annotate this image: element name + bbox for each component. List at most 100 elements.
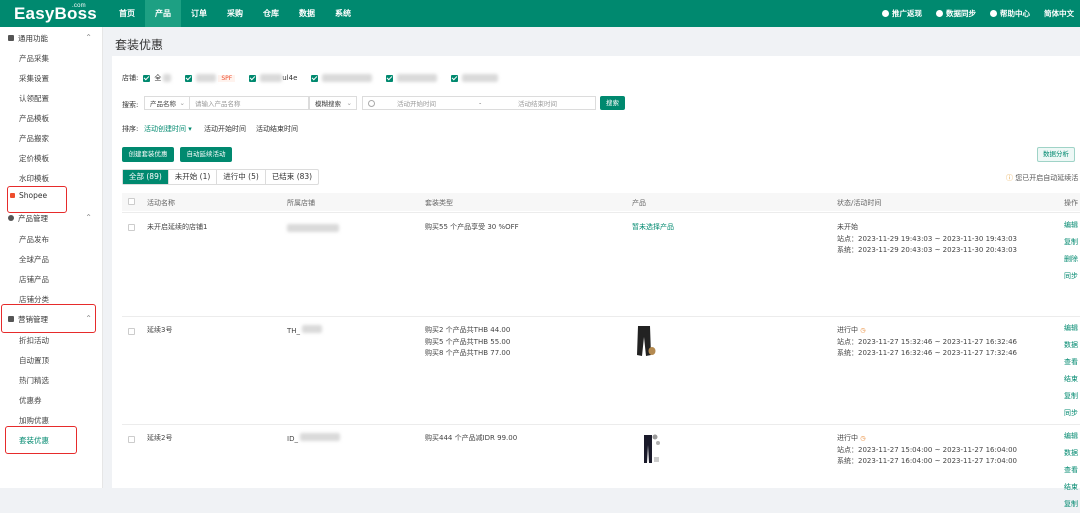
delete-link[interactable]: 删除	[1064, 251, 1078, 268]
bundle-type: 购买444 个产品减IDR 99.00	[425, 434, 518, 442]
data-link[interactable]: 数据	[1064, 445, 1078, 462]
sidebar-item[interactable]: 优惠券	[19, 395, 42, 406]
nav-orders[interactable]: 订单	[181, 0, 217, 27]
nav-home[interactable]: 首页	[109, 0, 145, 27]
checkbox-checked-icon[interactable]	[386, 74, 394, 82]
store-option[interactable]	[386, 74, 438, 82]
sort-end[interactable]: 活动结束时间	[256, 124, 298, 134]
status-cell: 进行中 ◷ 站点：2023-11-27 15:32:46 ~ 2023-11-2…	[837, 326, 1018, 357]
sidebar-item[interactable]: 产品模板	[19, 113, 49, 124]
edit-link[interactable]: 编辑	[1064, 320, 1078, 337]
sort-created[interactable]: 活动创建时间 ▾	[144, 124, 192, 134]
row-checkbox[interactable]	[128, 224, 135, 231]
help-link[interactable]: 帮助中心	[990, 8, 1030, 19]
store-option[interactable]: SPF	[185, 74, 236, 82]
activity-name: 延续2号	[147, 434, 173, 442]
sidebar-item[interactable]: 产品采集	[19, 53, 49, 64]
sidebar-item[interactable]: 店铺产品	[19, 274, 49, 285]
sort-start[interactable]: 活动开始时间	[204, 124, 246, 134]
select-all-checkbox[interactable]	[128, 198, 135, 205]
edit-link[interactable]: 编辑	[1064, 428, 1078, 445]
product-image[interactable]	[640, 431, 662, 467]
store-all[interactable]: 全	[143, 73, 172, 83]
store-option[interactable]: ul4e	[249, 74, 297, 82]
nav-system[interactable]: 系统	[325, 0, 361, 27]
copy-link[interactable]: 复制	[1064, 388, 1078, 405]
tab-not-started[interactable]: 未开始 (1)	[169, 170, 218, 184]
view-link[interactable]: 查看	[1064, 462, 1078, 479]
end-link[interactable]: 结束	[1064, 371, 1078, 388]
store-name: ID_	[287, 433, 340, 446]
promo-icon	[882, 10, 889, 17]
highlight-box	[1, 304, 96, 333]
search-button[interactable]: 搜索	[600, 96, 625, 110]
checkbox-checked-icon[interactable]	[311, 74, 319, 82]
checkbox-checked-icon[interactable]	[143, 74, 151, 82]
tab-in-progress[interactable]: 进行中 (5)	[217, 170, 266, 184]
data-analysis-button[interactable]: 数据分析	[1037, 147, 1075, 162]
sidebar-group-general[interactable]: 通用功能 ⌃	[0, 29, 103, 47]
tab-all[interactable]: 全部 (89)	[123, 170, 169, 184]
row-actions: 编辑 数据 查看 结束 复制	[1064, 428, 1078, 513]
date-range-picker[interactable]: 活动开始时间 - 活动结束时间	[362, 96, 596, 110]
sidebar-item[interactable]: 热门精选	[19, 375, 49, 386]
copy-link[interactable]: 复制	[1064, 496, 1078, 513]
table-row: 延续2号 ID_ 购买444 个产品减IDR 99.00 进行中 ◷ 站点：20…	[122, 424, 1080, 508]
sidebar-item[interactable]: 自动置顶	[19, 355, 49, 366]
store-option[interactable]	[311, 74, 373, 82]
search-mode-select[interactable]: 模糊搜索 ⌄	[309, 96, 357, 110]
sidebar-item[interactable]: 加购优惠	[19, 415, 49, 426]
nav-warehouse[interactable]: 仓库	[253, 0, 289, 27]
data-sync-link[interactable]: 数据同步	[936, 8, 976, 19]
create-bundle-button[interactable]: 创建套装优惠	[122, 147, 174, 162]
table-row: 未开启延续的店铺1 购买55 个产品享受 30 %OFF 暂未选择产品 未开始 …	[122, 212, 1080, 316]
auto-continue-button[interactable]: 自动延续活动	[180, 147, 232, 162]
search-label: 搜索:	[122, 101, 139, 109]
chevron-down-icon: ⌄	[179, 99, 185, 107]
row-checkbox[interactable]	[128, 328, 135, 335]
row-checkbox[interactable]	[128, 436, 135, 443]
sidebar-item[interactable]: 采集设置	[19, 73, 49, 84]
sidebar-item[interactable]: 水印模板	[19, 173, 49, 184]
nav-products[interactable]: 产品	[145, 0, 181, 27]
sync-link[interactable]: 同步	[1064, 268, 1078, 285]
status-tabs: 全部 (89) 未开始 (1) 进行中 (5) 已结束 (83)	[122, 169, 320, 185]
info-icon: ⓘ	[1006, 174, 1013, 182]
checkbox-checked-icon[interactable]	[249, 74, 257, 82]
logo[interactable]: EasyBoss .com	[14, 3, 97, 24]
sidebar-item[interactable]: 产品发布	[19, 234, 49, 245]
nav-purchase[interactable]: 采购	[217, 0, 253, 27]
search-input[interactable]: 请输入产品名称	[189, 96, 309, 110]
clock-icon: ◷	[860, 327, 866, 334]
chevron-up-icon: ⌃	[85, 33, 92, 42]
view-link[interactable]: 查看	[1064, 354, 1078, 371]
activity-name: 未开启延续的店铺1	[147, 223, 208, 231]
copy-link[interactable]: 复制	[1064, 234, 1078, 251]
help-icon	[990, 10, 997, 17]
tab-ended[interactable]: 已结束 (83)	[266, 170, 318, 184]
language-select[interactable]: 简体中文	[1044, 8, 1074, 19]
product-image[interactable]	[632, 325, 660, 359]
store-tag: SPF	[218, 74, 236, 82]
grid-icon	[8, 35, 14, 41]
sync-link[interactable]: 同步	[1064, 405, 1078, 422]
status-cell: 未开始 站点：2023-11-29 19:43:03 ~ 2023-11-30 …	[837, 223, 1018, 254]
search-field-select[interactable]: 产品名称 ⌄	[144, 96, 190, 110]
checkbox-checked-icon[interactable]	[451, 74, 459, 82]
edit-link[interactable]: 编辑	[1064, 217, 1078, 234]
sidebar-item[interactable]: 产品搬家	[19, 133, 49, 144]
promo-link[interactable]: 推广返现	[882, 8, 922, 19]
nav-data[interactable]: 数据	[289, 0, 325, 27]
sidebar-item[interactable]: 折扣活动	[19, 335, 49, 346]
sidebar-group-products[interactable]: 产品管理 ⌃	[0, 209, 103, 227]
table-header: 活动名称 所属店铺 套装类型 产品 状态/活动时间 操作	[122, 193, 1080, 211]
store-option[interactable]	[451, 74, 499, 82]
col-type: 套装类型	[425, 199, 453, 207]
data-link[interactable]: 数据	[1064, 337, 1078, 354]
highlight-box	[5, 426, 77, 454]
sidebar-item[interactable]: 全球产品	[19, 254, 49, 265]
checkbox-checked-icon[interactable]	[185, 74, 193, 82]
product-placeholder[interactable]: 暂未选择产品	[632, 222, 674, 234]
sidebar-item[interactable]: 认领配置	[19, 93, 49, 104]
sidebar-item[interactable]: 定价模板	[19, 153, 49, 164]
